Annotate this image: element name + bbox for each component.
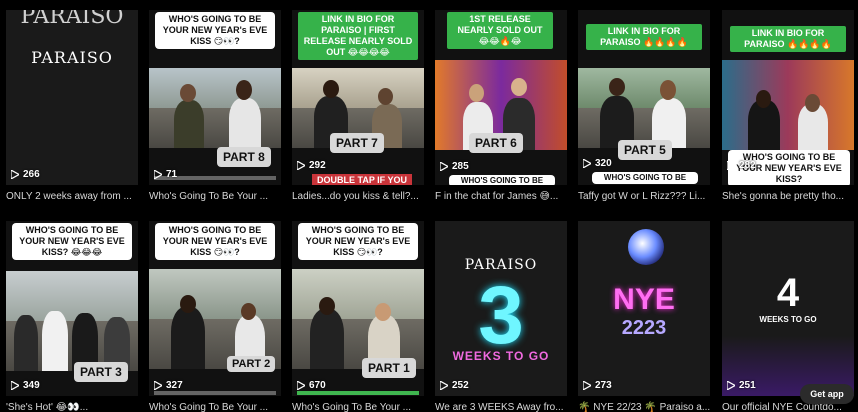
caption-overlay: 1ST RELEASE NEARLY SOLD OUT 😂😂🔥😂 <box>447 12 553 49</box>
video-thumbnail[interactable]: NYE 2223 273 <box>578 221 710 396</box>
view-count: 292 <box>297 160 326 171</box>
video-caption[interactable]: ONLY 2 weeks away from ... <box>6 190 150 204</box>
video-thumbnail[interactable]: WHO'S GOING TO BE YOUR NEW YEAR's EVE KI… <box>149 221 281 396</box>
video-thumbnail[interactable]: PARAISO 3 WEEKS TO GO 252 <box>435 221 567 396</box>
caption-overlay: LINK IN BIO FOR PARAISO | FIRST RELEASE … <box>298 12 418 60</box>
play-icon <box>440 162 448 171</box>
video-thumbnail[interactable]: WHO'S GOING TO BE YOUR NEW YEAR's EVE KI… <box>292 221 424 396</box>
play-icon <box>727 161 735 170</box>
part-label: PART 1 <box>362 358 416 378</box>
caption-overlay: LINK IN BIO FOR PARAISO 🔥🔥🔥🔥 <box>586 24 702 50</box>
caption-overlay-lower: WHO'S GOING TO BE <box>592 172 698 184</box>
part-label: PART 5 <box>618 140 672 160</box>
play-icon <box>583 159 591 168</box>
street-scene <box>149 68 281 148</box>
video-caption[interactable]: Who's Going To Be Your ... <box>292 401 436 412</box>
play-icon <box>583 381 591 390</box>
countdown-subtitle: WEEKS TO GO <box>759 315 817 324</box>
view-count: 266 <box>11 169 40 180</box>
video-caption[interactable]: She's gonna be pretty tho... <box>722 190 858 204</box>
caption-overlay: WHO'S GOING TO BE YOUR NEW YEAR's EVE KI… <box>298 223 418 260</box>
view-count: 273 <box>583 380 612 391</box>
caption-overlay: WHO'S GOING TO BE YOUR NEW YEAR'S EVE KI… <box>12 223 132 260</box>
part-label: PART 3 <box>74 362 128 382</box>
get-app-button[interactable]: Get app <box>800 384 854 404</box>
video-thumbnail[interactable]: 1ST RELEASE NEARLY SOLD OUT 😂😂🔥😂 PART 6 … <box>435 10 567 185</box>
planet-graphic <box>628 229 664 265</box>
video-grid: PARAISO PARAISO 266 ONLY 2 weeks away fr… <box>6 0 854 412</box>
part-label: PART 7 <box>330 133 384 153</box>
video-thumbnail[interactable]: WHO'S GOING TO BE YOUR NEW YEAR's EVE KI… <box>149 10 281 185</box>
play-icon <box>297 161 305 170</box>
view-count: 320 <box>583 158 612 169</box>
street-scene <box>149 269 281 369</box>
video-thumbnail[interactable]: LINK IN BIO FOR PARAISO 🔥🔥🔥🔥 WHO'S GOING… <box>722 10 854 185</box>
video-thumbnail[interactable]: PARAISO PARAISO 266 <box>6 10 138 185</box>
video-caption[interactable]: F in the chat for James 😅... <box>435 190 579 204</box>
street-scene <box>292 269 424 369</box>
progress-bar <box>297 391 419 395</box>
video-caption[interactable]: 'She's Hot' 😂👀... <box>6 401 150 412</box>
view-count: 670 <box>297 380 326 391</box>
street-scene <box>578 68 710 148</box>
part-label: PART 8 <box>217 147 271 167</box>
caption-overlay-red: DOUBLE TAP IF YOU <box>312 174 412 185</box>
view-count: 251 <box>727 380 756 391</box>
video-thumbnail[interactable]: WHO'S GOING TO BE YOUR NEW YEAR'S EVE KI… <box>6 221 138 396</box>
countdown-subtitle: WEEKS TO GO <box>452 349 550 363</box>
video-caption[interactable]: Ladies...do you kiss & tell?... <box>292 190 436 204</box>
play-icon <box>440 381 448 390</box>
part-label: PART 2 <box>227 356 276 372</box>
play-icon <box>727 381 735 390</box>
video-caption[interactable]: Who's Going To Be Your ... <box>149 401 293 412</box>
play-icon <box>11 381 19 390</box>
video-caption[interactable]: Taffy got W or L Rizz??? Li... <box>578 190 722 204</box>
play-icon <box>297 381 305 390</box>
countdown-number: 4 <box>776 271 800 315</box>
video-caption[interactable]: Who's Going To Be Your ... <box>149 190 293 204</box>
video-thumbnail[interactable]: 4 WEEKS TO GO 251 <box>722 221 854 396</box>
play-icon <box>11 170 19 179</box>
caption-overlay: WHO'S GOING TO BE YOUR NEW YEAR's EVE KI… <box>155 223 275 260</box>
countdown-subtitle: 2223 <box>621 317 667 339</box>
video-thumbnail[interactable]: LINK IN BIO FOR PARAISO 🔥🔥🔥🔥 PART 5 WHO'… <box>578 10 710 185</box>
video-thumbnail[interactable]: LINK IN BIO FOR PARAISO | FIRST RELEASE … <box>292 10 424 185</box>
play-icon <box>154 170 162 179</box>
view-count: 327 <box>154 380 183 391</box>
video-caption[interactable]: 🌴 NYE 22/23 🌴 Paraiso a... <box>578 401 722 412</box>
view-count: 282 <box>727 160 756 171</box>
video-caption[interactable]: We are 3 WEEKS Away fro... <box>435 401 579 412</box>
view-count: 349 <box>11 380 40 391</box>
brand-logo-top: PARAISO <box>20 10 124 29</box>
street-scene <box>6 271 138 371</box>
view-count: 252 <box>440 380 469 391</box>
caption-overlay: WHO'S GOING TO BE YOUR NEW YEAR's EVE KI… <box>155 12 275 49</box>
view-count: 285 <box>440 161 469 172</box>
caption-overlay-lower: WHO'S GOING TO BE <box>449 175 555 185</box>
part-label: PART 6 <box>469 133 523 153</box>
brand-logo: PARAISO <box>31 48 113 67</box>
view-count: 71 <box>154 169 177 180</box>
progress-bar <box>154 391 276 395</box>
caption-overlay: LINK IN BIO FOR PARAISO 🔥🔥🔥🔥 <box>730 26 846 52</box>
countdown-title: NYE <box>613 283 675 316</box>
street-scene <box>722 60 854 150</box>
countdown-number: 3 <box>478 270 524 361</box>
play-icon <box>154 381 162 390</box>
